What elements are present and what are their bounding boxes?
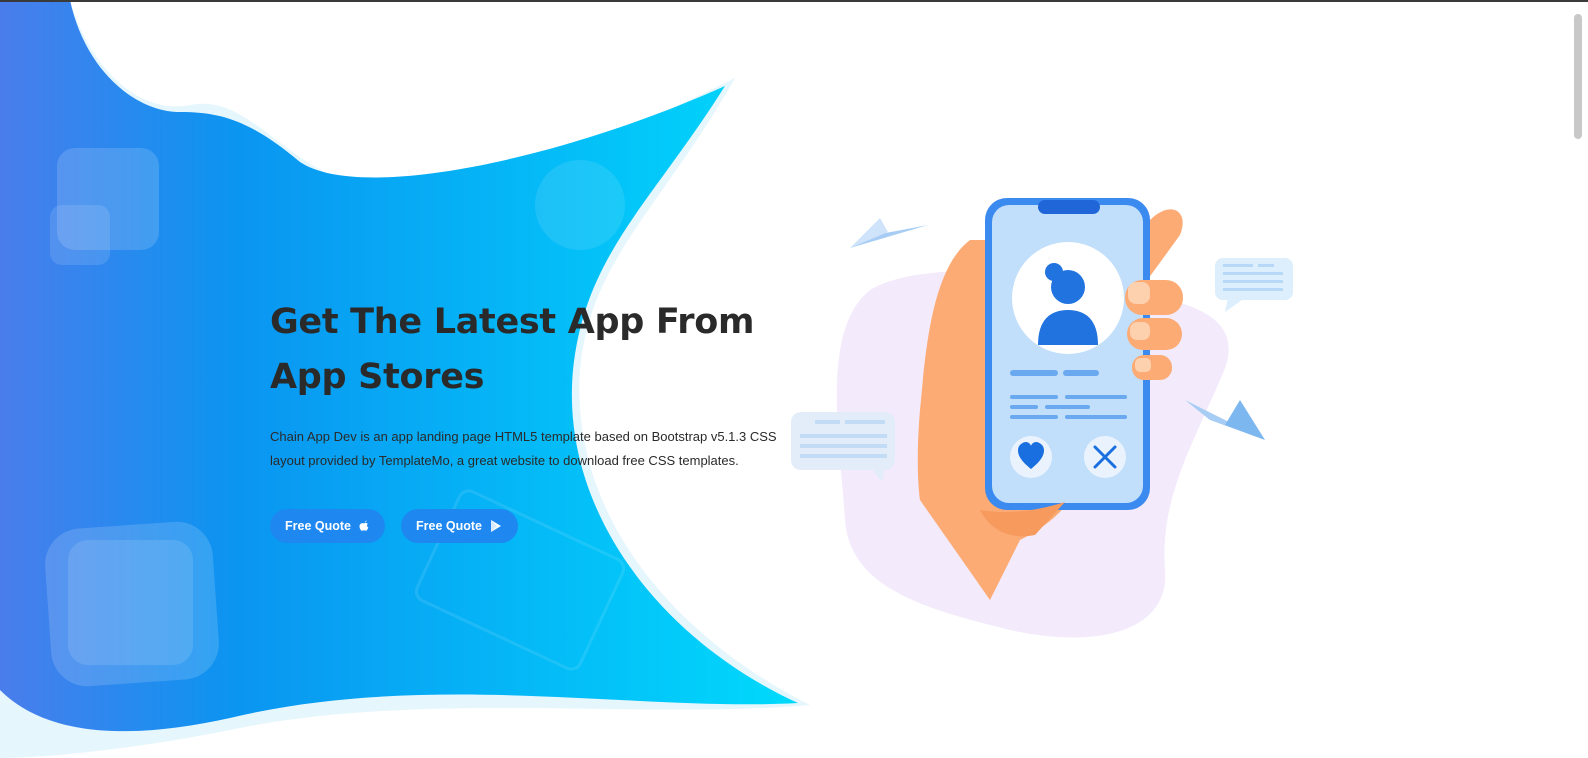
- vertical-scrollbar[interactable]: [1568, 0, 1588, 758]
- close-icon: [1084, 436, 1126, 478]
- apple-icon: [358, 519, 370, 533]
- chat-bubble-icon: [1215, 258, 1293, 312]
- phone-illustration: [791, 198, 1293, 638]
- landing-page: Get The Latest App From App Stores Chain…: [0, 0, 1588, 758]
- hero-title: Get The Latest App From App Stores: [270, 302, 755, 397]
- hero-content: Get The Latest App From App Stores Chain…: [270, 295, 790, 543]
- scrollbar-thumb[interactable]: [1574, 14, 1582, 139]
- window-top-border: [0, 0, 1588, 2]
- hero-description: Chain App Dev is an app landing page HTM…: [270, 429, 777, 468]
- heart-icon: [1010, 436, 1052, 478]
- free-quote-google-play-button[interactable]: Free Quote: [401, 509, 518, 543]
- google-play-icon: [489, 519, 503, 533]
- hero-buttons: Free Quote Free Quote: [270, 509, 790, 543]
- free-quote-app-store-button[interactable]: Free Quote: [270, 509, 385, 543]
- paper-plane-icon: [850, 218, 928, 248]
- button-label: Free Quote: [285, 519, 351, 533]
- button-label: Free Quote: [416, 519, 482, 533]
